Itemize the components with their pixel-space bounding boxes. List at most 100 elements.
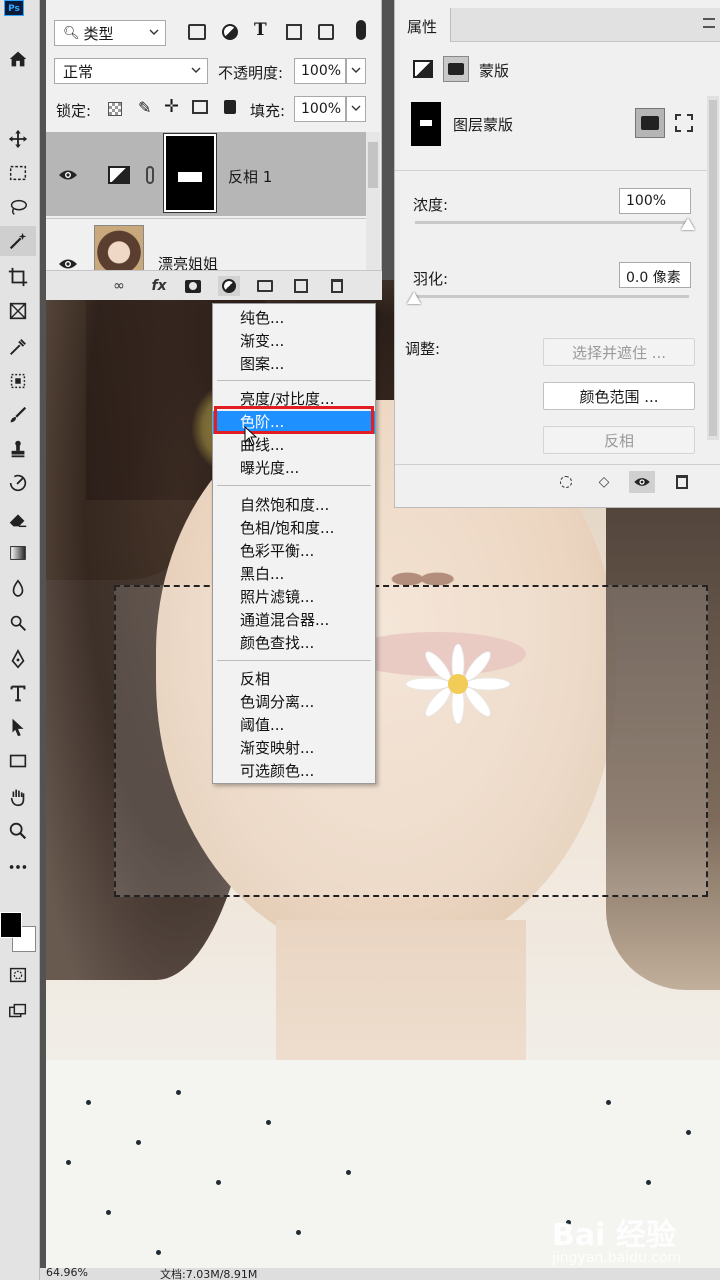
marquee-selection[interactable] — [114, 585, 708, 897]
layer-mask-thumbnail[interactable] — [163, 133, 217, 213]
delete-layer-trash-icon[interactable] — [326, 276, 348, 296]
lock-all-icon[interactable] — [224, 100, 236, 114]
tab-properties[interactable]: 属性 — [395, 8, 451, 42]
menu-item-channel-mixer[interactable]: 通道混合器... — [213, 609, 375, 632]
layer-row-photo[interactable]: 漂亮姐姐 — [46, 218, 366, 273]
layer-style-fx-icon[interactable]: fx — [148, 276, 170, 296]
opacity-dropdown-button[interactable] — [346, 58, 366, 84]
new-adjustment-layer-icon[interactable] — [218, 276, 240, 296]
lasso-tool-icon[interactable] — [0, 192, 36, 222]
layers-scrollbar[interactable] — [366, 132, 380, 270]
delete-mask-trash-icon[interactable] — [669, 471, 695, 493]
menu-item-color-balance[interactable]: 色彩平衡... — [213, 540, 375, 563]
filter-type-icon[interactable]: T — [254, 20, 267, 40]
opacity-input[interactable]: 100% — [294, 58, 346, 84]
filter-toggle-icon[interactable] — [356, 20, 366, 40]
filter-adjustment-icon[interactable] — [222, 24, 238, 40]
properties-scrollbar[interactable] — [707, 96, 719, 440]
adjustment-props-icon[interactable] — [413, 60, 433, 78]
color-range-button[interactable]: 颜色范围 ... — [543, 382, 695, 410]
zoom-tool-icon[interactable] — [0, 816, 36, 846]
more-tools-icon[interactable] — [0, 852, 36, 882]
fill-input[interactable]: 100% — [294, 96, 346, 122]
lock-transparent-icon[interactable] — [108, 102, 122, 116]
menu-item-posterize[interactable]: 色调分离... — [213, 691, 375, 714]
visibility-eye-icon[interactable] — [629, 471, 655, 493]
rectangle-tool-icon[interactable] — [0, 746, 36, 776]
menu-item-solid-color[interactable]: 纯色... — [213, 307, 375, 330]
add-vector-mask-icon[interactable] — [675, 114, 693, 132]
menu-item-curves[interactable]: 曲线... — [213, 434, 375, 457]
layer-filter-select[interactable]: 🔍︎ 类型 — [54, 20, 166, 46]
mask-props-icon[interactable] — [443, 56, 469, 82]
path-selection-tool-icon[interactable] — [0, 712, 36, 742]
density-slider-track[interactable] — [415, 221, 689, 224]
frame-tool-icon[interactable] — [0, 296, 36, 326]
menu-item-gradient-map[interactable]: 渐变映射... — [213, 737, 375, 760]
density-slider-thumb[interactable] — [681, 218, 695, 230]
link-layers-icon[interactable]: ∞ — [108, 276, 130, 296]
menu-item-exposure[interactable]: 曝光度... — [213, 457, 375, 480]
gradient-tool-icon[interactable] — [0, 538, 36, 568]
feather-slider-thumb[interactable] — [407, 292, 421, 304]
crop-tool-icon[interactable] — [0, 262, 36, 292]
type-tool-icon[interactable] — [0, 678, 36, 708]
menu-item-selective-color[interactable]: 可选颜色... — [213, 760, 375, 783]
lock-position-icon[interactable]: ✛ — [164, 96, 179, 117]
layers-panel: 🔍︎ 类型 T 正常 不透明度: 100% 锁定: ✎ ✛ 填充: 100% 反… — [46, 0, 382, 300]
chevron-down-icon — [191, 67, 201, 73]
apply-mask-icon[interactable]: ◇ — [591, 471, 617, 493]
blur-tool-icon[interactable] — [0, 574, 36, 604]
new-layer-icon[interactable] — [290, 276, 312, 296]
panel-menu-icon[interactable] — [703, 18, 715, 28]
watermark-url: jingyan.baidu.com — [552, 1250, 682, 1266]
menu-item-black-white[interactable]: 黑白... — [213, 563, 375, 586]
fill-dropdown-button[interactable] — [346, 96, 366, 122]
lock-artboard-icon[interactable] — [192, 100, 208, 114]
pen-tool-icon[interactable] — [0, 644, 36, 674]
home-icon[interactable] — [0, 44, 36, 74]
filter-pixel-icon[interactable] — [188, 24, 206, 40]
menu-item-invert[interactable]: 反相 — [213, 668, 375, 691]
dodge-tool-icon[interactable] — [0, 608, 36, 638]
fill-label: 填充: — [250, 102, 286, 120]
chain-link-icon[interactable] — [146, 166, 154, 184]
chevron-down-icon — [351, 105, 361, 111]
lock-image-icon[interactable]: ✎ — [138, 98, 151, 117]
quick-mask-icon[interactable] — [0, 960, 36, 990]
menu-item-photo-filter[interactable]: 照片滤镜... — [213, 586, 375, 609]
invert-button[interactable]: 反相 — [543, 426, 695, 454]
move-tool-icon[interactable] — [0, 124, 36, 154]
layer-photo-thumbnail — [94, 225, 144, 271]
visibility-eye-icon[interactable] — [58, 168, 78, 182]
eraser-tool-icon[interactable] — [0, 504, 36, 534]
brush-tool-icon[interactable] — [0, 400, 36, 430]
feather-input[interactable]: 0.0 像素 — [619, 262, 691, 288]
filter-smart-object-icon[interactable] — [318, 24, 334, 40]
feather-slider-track[interactable] — [415, 295, 689, 298]
eyedropper-tool-icon[interactable] — [0, 332, 36, 362]
density-input[interactable]: 100% — [619, 188, 691, 214]
select-pixel-mask-icon[interactable] — [635, 108, 665, 138]
magic-wand-tool-icon[interactable] — [0, 226, 36, 256]
visibility-eye-icon[interactable] — [58, 257, 78, 271]
menu-item-gradient[interactable]: 渐变... — [213, 330, 375, 353]
healing-brush-tool-icon[interactable] — [0, 366, 36, 396]
clone-stamp-tool-icon[interactable] — [0, 434, 36, 464]
hand-tool-icon[interactable] — [0, 782, 36, 812]
menu-item-color-lookup[interactable]: 颜色查找... — [213, 632, 375, 655]
marquee-tool-icon[interactable] — [0, 158, 36, 188]
menu-item-threshold[interactable]: 阈值... — [213, 714, 375, 737]
new-group-folder-icon[interactable] — [254, 276, 276, 296]
menu-item-pattern[interactable]: 图案... — [213, 353, 375, 376]
menu-item-hue-saturation[interactable]: 色相/饱和度... — [213, 517, 375, 540]
select-and-mask-button[interactable]: 选择并遮住 ... — [543, 338, 695, 366]
foreground-color-swatch[interactable] — [0, 912, 22, 938]
blend-mode-select[interactable]: 正常 — [54, 58, 208, 84]
load-selection-icon[interactable] — [553, 471, 579, 493]
add-mask-icon[interactable] — [182, 276, 204, 296]
menu-item-vibrance[interactable]: 自然饱和度... — [213, 494, 375, 517]
filter-shape-icon[interactable] — [286, 24, 302, 40]
history-brush-tool-icon[interactable] — [0, 468, 36, 498]
screen-mode-icon[interactable] — [0, 996, 36, 1026]
